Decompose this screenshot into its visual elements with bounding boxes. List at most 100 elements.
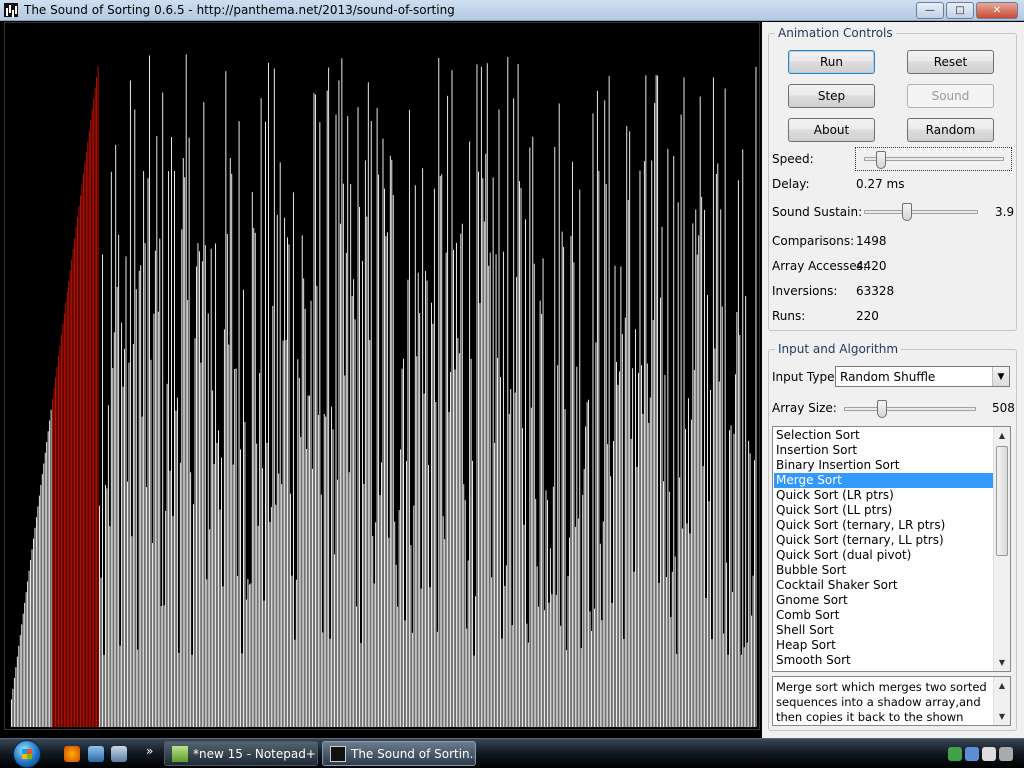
array-bar: [477, 171, 479, 728]
array-bar: [50, 409, 52, 727]
speed-slider-thumb[interactable]: [875, 151, 886, 169]
array-bar: [335, 114, 337, 727]
array-bar: [529, 147, 531, 727]
array-bar: [21, 624, 23, 727]
array-bar: [128, 362, 130, 727]
array-accesses-label: Array Accesses:: [772, 259, 867, 273]
array-bar: [381, 462, 382, 727]
description-scrollbar[interactable]: ▲ ▼: [993, 677, 1010, 725]
algorithm-item[interactable]: Heap Sort: [774, 638, 993, 653]
run-button[interactable]: Run: [788, 50, 875, 74]
algorithm-item[interactable]: Cocktail Shaker Sort: [774, 578, 993, 593]
array-bar: [679, 477, 681, 727]
array-bar: [122, 386, 124, 727]
array-bar: [216, 442, 218, 727]
algorithm-item[interactable]: Quick Sort (LR ptrs): [774, 488, 993, 503]
array-bar: [96, 77, 98, 727]
array-bar: [736, 312, 738, 727]
array-bar: [535, 498, 537, 727]
array-bar: [516, 276, 518, 727]
array-bar: [290, 493, 291, 727]
reset-button[interactable]: Reset: [907, 50, 994, 74]
start-button[interactable]: [6, 740, 48, 768]
algorithm-item[interactable]: Binary Insertion Sort: [774, 458, 993, 473]
array-bar: [495, 254, 497, 727]
array-bar: [428, 464, 429, 727]
algorithm-item[interactable]: Quick Sort (dual pivot): [774, 548, 993, 563]
array-bar: [689, 533, 691, 727]
tray-overflow-icon[interactable]: [999, 747, 1013, 761]
taskbar-item-sound-of-sorting[interactable]: The Sound of Sortin...: [322, 741, 476, 766]
algorithm-item[interactable]: Shell Sort: [774, 623, 993, 638]
algorithm-list-scrollbar[interactable]: ▲ ▼: [993, 427, 1010, 671]
input-type-select[interactable]: Random Shuffle ▼: [835, 366, 1010, 387]
algorithm-item[interactable]: Insertion Sort: [774, 443, 993, 458]
algorithm-item[interactable]: Quick Sort (LL ptrs): [774, 503, 993, 518]
array-bar: [498, 109, 500, 727]
algorithm-item[interactable]: Selection Sort: [774, 428, 993, 443]
array-size-slider-track[interactable]: [844, 407, 976, 411]
step-button[interactable]: Step: [788, 84, 875, 108]
array-size-slider-thumb[interactable]: [877, 400, 888, 418]
firefox-icon[interactable]: [64, 746, 80, 762]
volume-icon[interactable]: [982, 747, 996, 761]
algorithm-item[interactable]: Bubble Sort: [774, 563, 993, 578]
speed-slider[interactable]: [855, 147, 1012, 171]
algorithm-list[interactable]: Selection Sort Insertion Sort Binary Inser…: [772, 426, 1011, 672]
array-bar: [201, 261, 203, 727]
algorithm-item[interactable]: Quick Sort (ternary, LR ptrs): [774, 518, 993, 533]
array-bar: [104, 484, 106, 727]
array-bar: [435, 402, 437, 727]
show-desktop-icon[interactable]: [88, 746, 104, 762]
random-button[interactable]: Random: [907, 118, 994, 142]
scroll-up-icon[interactable]: ▲: [994, 427, 1010, 444]
array-size-value: 508: [992, 401, 1015, 415]
chevron-down-icon[interactable]: ▼: [992, 367, 1009, 386]
array-bar: [309, 395, 311, 727]
array-bar: [729, 430, 731, 727]
array-bar: [215, 243, 217, 727]
maximize-button[interactable]: □: [946, 2, 974, 19]
desc-scroll-up-icon[interactable]: ▲: [994, 677, 1010, 694]
input-algorithm-title: Input and Algorithm: [775, 342, 902, 356]
array-bar: [69, 270, 71, 727]
array-bar: [273, 68, 275, 727]
array-bar: [436, 631, 438, 727]
array-bar: [646, 363, 648, 727]
algorithm-item[interactable]: Merge Sort: [774, 473, 993, 488]
array-bar: [338, 80, 340, 727]
array-bar: [168, 171, 170, 727]
quicklaunch-more-icon[interactable]: »: [146, 744, 153, 758]
array-bar: [165, 510, 167, 727]
scroll-down-icon[interactable]: ▼: [994, 654, 1010, 671]
array-bar: [198, 251, 200, 728]
algorithm-item[interactable]: Quick Sort (ternary, LL ptrs): [774, 533, 993, 548]
array-bar: [356, 606, 358, 727]
array-bar: [564, 409, 566, 727]
sustain-slider-thumb[interactable]: [902, 203, 913, 221]
taskbar-item-notepad[interactable]: *new 15 - Notepad++: [164, 741, 318, 766]
array-bar: [594, 608, 595, 727]
array-bar: [157, 311, 159, 727]
array-bar: [307, 395, 309, 727]
array-bar: [664, 375, 666, 727]
array-bar: [369, 340, 371, 727]
algorithm-item[interactable]: Gnome Sort: [774, 593, 993, 608]
minimize-button[interactable]: —: [916, 2, 944, 19]
tray-app-icon[interactable]: [965, 747, 979, 761]
array-bar: [616, 362, 617, 727]
array-bar: [25, 592, 27, 727]
scrollbar-thumb[interactable]: [996, 446, 1008, 556]
algorithm-item[interactable]: Smooth Sort: [774, 653, 993, 668]
sound-button[interactable]: Sound: [907, 84, 994, 108]
switch-windows-icon[interactable]: [111, 746, 127, 762]
about-button[interactable]: About: [788, 118, 875, 142]
network-icon[interactable]: [948, 747, 962, 761]
array-bar: [591, 631, 592, 727]
desc-scroll-down-icon[interactable]: ▼: [994, 708, 1010, 725]
algorithm-item[interactable]: Comb Sort: [774, 608, 993, 623]
array-bar: [502, 251, 504, 727]
close-button[interactable]: ✕: [976, 2, 1018, 19]
array-bar: [219, 509, 221, 727]
sustain-slider-track[interactable]: [864, 210, 978, 214]
